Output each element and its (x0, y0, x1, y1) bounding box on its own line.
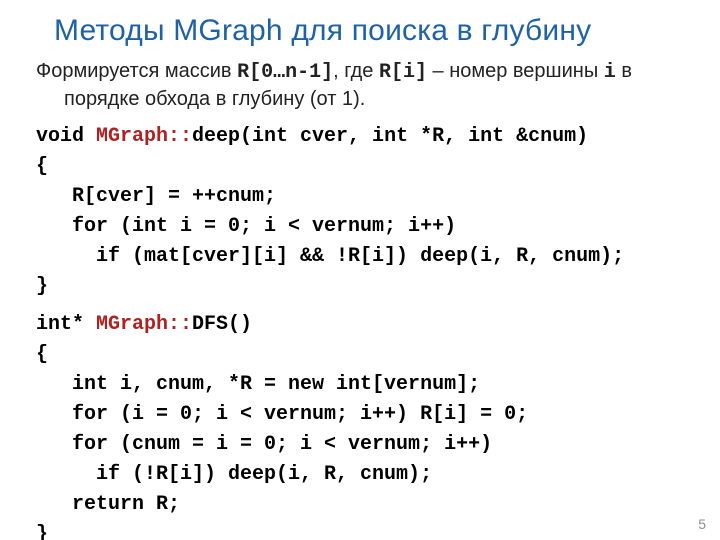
code1-l1b: MGraph:: (96, 125, 192, 148)
code2-l1b: MGraph:: (96, 313, 192, 336)
desc-array: R[0…n-1] (237, 61, 333, 84)
code2-l4: for (i = 0; i < vernum; i++) R[i] = 0; (36, 403, 528, 426)
description-paragraph: Формируется массив R[0…n-1], где R[i] – … (64, 58, 692, 112)
code1-l4: for (int i = 0; i < vernum; i++) (36, 215, 456, 238)
code2-l1a: int* (36, 313, 96, 336)
desc-ri: R[i] (379, 61, 427, 84)
page-number: 5 (698, 516, 706, 532)
code1-l6: } (36, 275, 48, 298)
code1-l1c: deep(int cver, int *R, int &cnum) (192, 125, 588, 148)
code-block-deep: void MGraph::deep(int cver, int *R, int … (36, 122, 692, 302)
code1-l1a: void (36, 125, 96, 148)
code2-l1c: DFS() (192, 313, 252, 336)
code2-l7: return R; (36, 493, 180, 516)
code2-l8: } (36, 523, 48, 540)
desc-i: i (604, 61, 616, 84)
code2-l6: if (!R[i]) deep(i, R, cnum); (36, 463, 432, 486)
desc-text-3: – номер вершины (427, 60, 604, 82)
code-block-dfs: int* MGraph::DFS() { int i, cnum, *R = n… (36, 310, 692, 540)
desc-text-2: , где (333, 60, 379, 82)
code1-l3: R[cver] = ++cnum; (36, 185, 276, 208)
code1-l5: if (mat[cver][i] && !R[i]) deep(i, R, cn… (36, 245, 624, 268)
slide: Методы MGraph для поиска в глубину Форми… (0, 0, 720, 540)
slide-title: Методы MGraph для поиска в глубину (54, 14, 692, 48)
code2-l3: int i, cnum, *R = new int[vernum]; (36, 373, 480, 396)
code1-l2: { (36, 155, 48, 178)
code2-l2: { (36, 343, 48, 366)
code2-l5: for (cnum = i = 0; i < vernum; i++) (36, 433, 492, 456)
desc-text-1: Формируется массив (36, 60, 237, 82)
